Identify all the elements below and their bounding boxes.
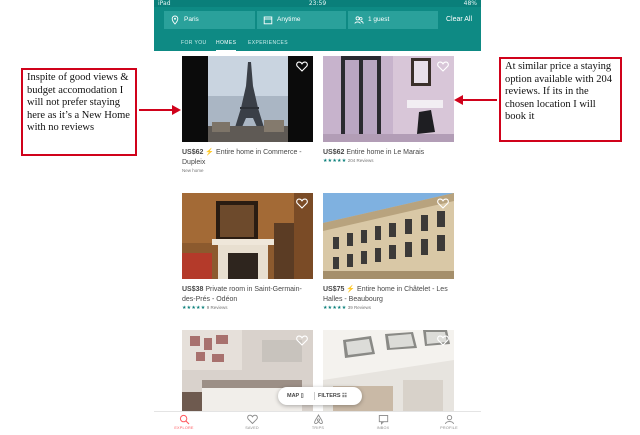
save-heart-icon[interactable] [437, 61, 449, 72]
location-value: Paris [184, 16, 199, 23]
nav-profile[interactable]: PROFILE [429, 414, 469, 430]
category-tabs: FOR YOU HOMES EXPERIENCES [154, 35, 481, 51]
nav-explore-label: EXPLORE [174, 426, 194, 430]
location-pin-icon [171, 15, 179, 25]
instant-book-icon: ⚡ [205, 149, 215, 156]
listing-title: US$62 Entire home in Le Marais [323, 148, 454, 158]
listing-title: US$38 Private room in Saint-Germain-des-… [182, 285, 313, 304]
listing-photo[interactable] [323, 56, 454, 142]
dates-search-field[interactable]: Anytime [257, 11, 346, 29]
page: iPad 23:59 48% Paris Anytime 1 guest Cle… [0, 0, 640, 435]
person-icon [444, 414, 454, 425]
listing-reviews: 204 Reviews [347, 158, 374, 163]
dates-value: Anytime [277, 16, 301, 23]
status-time: 23:59 [308, 0, 327, 7]
location-search-field[interactable]: Paris [164, 11, 255, 29]
app-screen: iPad 23:59 48% Paris Anytime 1 guest Cle… [154, 0, 481, 435]
listing-photo[interactable] [182, 56, 313, 142]
listing-title: US$62 ⚡ Entire home in Commerce - Duplei… [182, 148, 313, 167]
listing-description: Entire home in Le Marais [346, 149, 425, 156]
save-heart-icon[interactable] [296, 61, 308, 72]
nav-trips-label: TRIPS [311, 426, 325, 430]
annotation-left: Inspite of good views & budget accomodat… [21, 68, 137, 156]
airbnb-logo-icon [313, 414, 323, 424]
guests-icon [354, 16, 364, 24]
nav-profile-label: PROFILE [440, 426, 458, 430]
rating-stars: ★★★★★ [323, 305, 347, 311]
status-bar: iPad 23:59 48% [154, 0, 481, 7]
annotation-right: At similar price a staying option availa… [499, 57, 622, 142]
tab-for-you[interactable]: FOR YOU [181, 37, 207, 51]
chat-icon [378, 415, 388, 425]
guests-search-field[interactable]: 1 guest [348, 11, 438, 29]
map-filters-pill: MAP ▯ FILTERS ☷ [278, 387, 362, 405]
listing-reviews: New home [182, 168, 204, 173]
instant-book-icon: ⚡ [346, 286, 356, 293]
listing-photo[interactable] [182, 193, 313, 279]
tab-experiences[interactable]: EXPERIENCES [248, 37, 288, 51]
nav-saved[interactable]: SAVED [232, 414, 272, 430]
search-header: Paris Anytime 1 guest Clear All FOR YOU … [154, 7, 481, 51]
bottom-navigation: EXPLORE SAVED TRIPS INBOX PROFILE [154, 411, 481, 435]
heart-icon [246, 414, 258, 425]
listing-rating: ★★★★★ 9 Reviews [182, 305, 227, 311]
nav-inbox-label: INBOX [376, 426, 390, 430]
save-heart-icon[interactable] [437, 198, 449, 209]
save-heart-icon[interactable] [437, 335, 449, 346]
battery-level: 48% [463, 0, 477, 7]
rating-stars: ★★★★★ [182, 305, 206, 311]
listing-rating: ★★★★★ 204 Reviews [323, 158, 373, 164]
map-button[interactable]: MAP ▯ [287, 387, 304, 405]
filters-icon: ☷ [342, 393, 347, 399]
pill-divider [314, 392, 315, 400]
search-icon [179, 414, 189, 425]
map-label: MAP [287, 393, 300, 399]
filters-label: FILTERS [318, 393, 341, 399]
listing-title: US$75 ⚡ Entire home in Châtelet - Les Ha… [323, 285, 454, 304]
listing-price: US$38 [182, 286, 204, 293]
listing-reviews: 9 Reviews [206, 305, 228, 310]
nav-saved-label: SAVED [245, 426, 259, 430]
save-heart-icon[interactable] [296, 335, 308, 346]
save-heart-icon[interactable] [296, 198, 308, 209]
rating-stars: ★★★★★ [323, 158, 347, 164]
listing-reviews: 39 Reviews [347, 305, 371, 310]
calendar-icon [263, 16, 273, 25]
listing-price: US$62 [323, 149, 345, 156]
guests-value: 1 guest [368, 16, 390, 23]
listing-photo[interactable] [323, 193, 454, 279]
nav-explore[interactable]: EXPLORE [164, 414, 204, 430]
clear-all-button[interactable]: Clear All [440, 11, 478, 29]
tab-homes[interactable]: HOMES [216, 37, 237, 51]
listing-rating: ★★★★★ 39 Reviews [323, 305, 371, 311]
map-icon: ▯ [300, 393, 304, 399]
nav-trips[interactable]: TRIPS [298, 414, 338, 430]
nav-inbox[interactable]: INBOX [363, 414, 403, 430]
listing-price: US$75 [323, 286, 345, 293]
listing-price: US$62 [182, 149, 204, 156]
filters-button[interactable]: FILTERS ☷ [318, 387, 347, 405]
